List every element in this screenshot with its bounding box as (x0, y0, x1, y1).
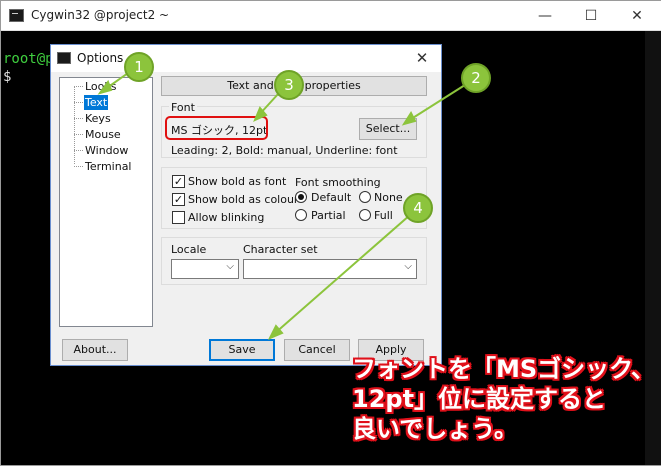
arrowhead-1 (97, 79, 113, 95)
badge-1: 1 (124, 52, 154, 82)
caption-text: フォントを「MSゴシック、 12pt」位に設定すると 良いでしょう。 (352, 355, 656, 443)
badge-2: 2 (461, 63, 491, 93)
badge-4: 4 (403, 193, 433, 223)
arrowhead-2 (401, 110, 417, 126)
arrow-4 (273, 207, 419, 335)
badge-3: 3 (274, 70, 304, 100)
